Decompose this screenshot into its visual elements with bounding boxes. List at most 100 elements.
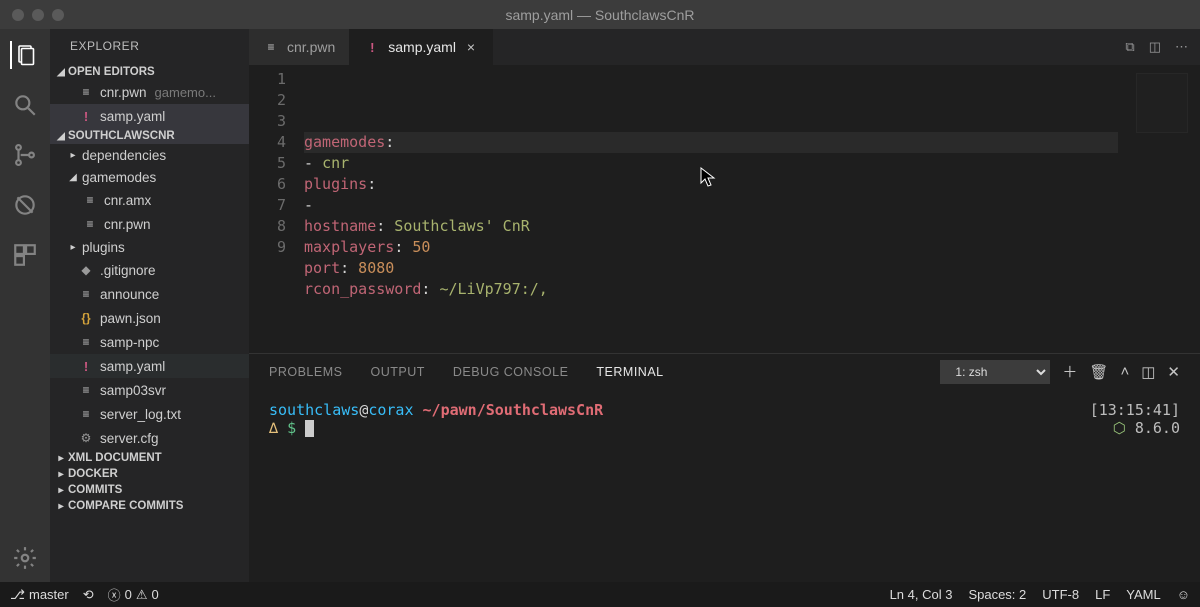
panel-tab-terminal[interactable]: TERMINAL — [596, 365, 663, 379]
file-icon: ≡ — [78, 84, 94, 100]
file-cnr-pwn[interactable]: ≡ cnr.pwn — [50, 212, 249, 236]
file-server-cfg[interactable]: ⚙ server.cfg — [50, 426, 249, 450]
xml-document-section[interactable]: ▸ XML DOCUMENT — [50, 450, 249, 466]
editor-area: ≡ cnr.pwn ! samp.yaml × ⧉ ◫ ⋯ 1 2 3 4 5 … — [249, 29, 1200, 582]
close-tab-icon[interactable]: × — [464, 39, 478, 55]
branch-indicator[interactable]: ⎇ master — [10, 587, 69, 603]
split-diff-icon[interactable]: ⧉ — [1125, 39, 1134, 55]
file-name: samp.yaml — [100, 109, 165, 124]
file-icon: ≡ — [78, 382, 94, 398]
docker-section[interactable]: ▸ DOCKER — [50, 466, 249, 482]
yaml-icon: ! — [78, 108, 94, 124]
sync-button[interactable]: ⟲ — [83, 587, 94, 603]
cursor-position[interactable]: Ln 4, Col 3 — [890, 587, 953, 602]
terminal[interactable]: southclaws@corax ~/pawn/SouthclawsCnR [1… — [249, 389, 1200, 582]
feedback-icon[interactable]: ☺ — [1177, 587, 1190, 602]
settings-gear-icon[interactable] — [11, 544, 39, 572]
folder-label: dependencies — [82, 148, 166, 163]
file-name: cnr.pwn — [100, 85, 147, 100]
search-icon[interactable] — [11, 91, 39, 119]
code-content[interactable]: gamemodes:- cnrplugins:- hostname: South… — [304, 65, 1200, 353]
code-line: rcon_password: ~/LiVp797:/, — [304, 279, 1200, 300]
yaml-icon: ! — [78, 358, 94, 374]
tab-label: samp.yaml — [388, 39, 456, 55]
file-name: cnr.pwn — [104, 217, 151, 232]
extensions-icon[interactable] — [11, 241, 39, 269]
project-section[interactable]: ◢ SOUTHCLAWSCNR — [50, 128, 249, 144]
line-number: 1 — [249, 69, 286, 90]
problems-indicator[interactable]: ⓧ0 ⚠0 — [108, 585, 159, 604]
terminal-user: southclaws — [269, 401, 359, 419]
file-icon: ≡ — [82, 216, 98, 232]
encoding[interactable]: UTF-8 — [1042, 587, 1079, 602]
file-cnr-amx[interactable]: ≡ cnr.amx — [50, 188, 249, 212]
section-label: XML DOCUMENT — [68, 452, 162, 464]
debug-icon[interactable] — [11, 191, 39, 219]
file-announce[interactable]: ≡ announce — [50, 282, 249, 306]
sync-icon: ⟲ — [83, 587, 94, 603]
folder-plugins[interactable]: ▸ plugins — [50, 236, 249, 258]
open-editor-item[interactable]: ≡ cnr.pwn gamemo... — [50, 80, 249, 104]
folder-label: gamemodes — [82, 170, 156, 185]
explorer-sidebar: EXPLORER ◢ OPEN EDITORS ≡ cnr.pwn gamemo… — [50, 29, 249, 582]
git-icon: ◆ — [78, 262, 94, 278]
terminal-prompt-line: southclaws@corax ~/pawn/SouthclawsCnR — [269, 401, 603, 419]
zoom-window-button[interactable] — [52, 9, 64, 21]
panel-tab-output[interactable]: OUTPUT — [370, 365, 424, 379]
file-name: samp03svr — [100, 383, 166, 398]
file-pawn-json[interactable]: {} pawn.json — [50, 306, 249, 330]
panel-tab-debug-console[interactable]: DEBUG CONSOLE — [453, 365, 569, 379]
minimize-window-button[interactable] — [32, 9, 44, 21]
minimap[interactable] — [1136, 73, 1188, 133]
new-terminal-icon[interactable]: ＋ — [1062, 361, 1077, 382]
code-line: - — [304, 195, 1200, 216]
tab-cnr-pwn[interactable]: ≡ cnr.pwn — [249, 29, 350, 65]
commits-section[interactable]: ▸ COMMITS — [50, 482, 249, 498]
file-server-log[interactable]: ≡ server_log.txt — [50, 402, 249, 426]
panel-tab-problems[interactable]: PROBLEMS — [269, 365, 342, 379]
bottom-panel: PROBLEMS OUTPUT DEBUG CONSOLE TERMINAL 1… — [249, 353, 1200, 582]
file-samp03svr[interactable]: ≡ samp03svr — [50, 378, 249, 402]
line-number: 7 — [249, 195, 286, 216]
more-actions-icon[interactable]: ⋯ — [1175, 39, 1188, 55]
indentation[interactable]: Spaces: 2 — [968, 587, 1026, 602]
panel-close-icon[interactable]: ✕ — [1167, 363, 1180, 381]
file-samp-npc[interactable]: ≡ samp-npc — [50, 330, 249, 354]
traffic-lights — [12, 9, 64, 21]
open-editors-section[interactable]: ◢ OPEN EDITORS — [50, 64, 249, 80]
kill-terminal-icon[interactable]: 🗑 — [1089, 363, 1108, 381]
line-number: 6 — [249, 174, 286, 195]
yaml-icon: ! — [364, 39, 380, 55]
code-line: port: 8080 — [304, 258, 1200, 279]
tab-samp-yaml[interactable]: ! samp.yaml × — [350, 29, 493, 65]
terminal-dollar: $ — [287, 419, 296, 437]
terminal-selector[interactable]: 1: zsh — [940, 360, 1050, 384]
language-mode[interactable]: YAML — [1126, 587, 1160, 602]
chevron-right-icon: ▸ — [68, 150, 78, 161]
code-editor[interactable]: 1 2 3 4 5 6 7 8 9 gamemodes:- cnrplugins… — [249, 65, 1200, 353]
close-window-button[interactable] — [12, 9, 24, 21]
line-number: 2 — [249, 90, 286, 111]
folder-gamemodes[interactable]: ◢ gamemodes — [50, 166, 249, 188]
eol[interactable]: LF — [1095, 587, 1110, 602]
file-hint: gamemo... — [155, 85, 216, 100]
open-editor-item[interactable]: ! samp.yaml — [50, 104, 249, 128]
panel-layout-icon[interactable]: ◫ — [1141, 363, 1155, 381]
source-control-icon[interactable] — [11, 141, 39, 169]
activity-bar — [0, 29, 50, 582]
warning-icon: ⚠ — [136, 587, 148, 603]
file-samp-yaml[interactable]: ! samp.yaml — [50, 354, 249, 378]
compare-commits-section[interactable]: ▸ COMPARE COMMITS — [50, 498, 249, 514]
folder-dependencies[interactable]: ▸ dependencies — [50, 144, 249, 166]
split-editor-icon[interactable]: ◫ — [1149, 39, 1161, 55]
code-line: - cnr — [304, 153, 1200, 174]
explorer-icon[interactable] — [10, 41, 38, 69]
node-version: 8.6.0 — [1135, 419, 1180, 437]
panel-actions: 1: zsh ＋ 🗑 ˄ ◫ ✕ — [940, 360, 1180, 384]
chevron-down-icon: ◢ — [56, 67, 66, 78]
branch-name: master — [29, 587, 69, 602]
terminal-host: corax — [368, 401, 413, 419]
file-gitignore[interactable]: ◆ .gitignore — [50, 258, 249, 282]
panel-chevron-up-icon[interactable]: ˄ — [1120, 363, 1129, 380]
terminal-cursor — [305, 420, 314, 437]
